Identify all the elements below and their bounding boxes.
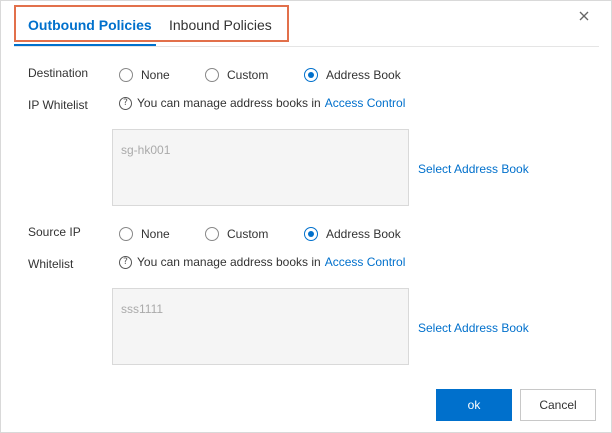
radio-circle <box>205 68 219 82</box>
question-circle-icon: ? <box>119 255 132 269</box>
selected-address-book: sg-hk001 <box>121 143 171 157</box>
radio-circle <box>119 68 133 82</box>
access-control-link[interactable]: Access Control <box>325 255 406 269</box>
question-circle-icon: ? <box>119 96 132 110</box>
destination-address-book-box: sg-hk001 <box>112 129 409 206</box>
source-radio-address-book[interactable]: Address Book <box>304 227 401 241</box>
destination-radio-custom[interactable]: Custom <box>205 68 268 82</box>
radio-label: Address Book <box>326 227 401 241</box>
destination-radio-none[interactable]: None <box>119 68 170 82</box>
source-radio-custom[interactable]: Custom <box>205 227 268 241</box>
destination-radio-address-book[interactable]: Address Book <box>304 68 401 82</box>
address-book-dialog: Outbound Policies Inbound Policies Desti… <box>0 0 612 433</box>
destination-hint: ? You can manage address books in Access… <box>119 96 405 110</box>
tabs-divider <box>14 46 599 47</box>
source-select-address-book-link[interactable]: Select Address Book <box>418 321 529 335</box>
hint-text: You can manage address books in <box>137 255 321 269</box>
radio-circle-checked <box>304 68 318 82</box>
ip-whitelist-label: IP Whitelist <box>28 98 88 112</box>
ok-button[interactable]: ok <box>436 389 512 421</box>
hint-text: You can manage address books in <box>137 96 321 110</box>
tab-outbound-policies[interactable]: Outbound Policies <box>28 16 152 34</box>
radio-label: Address Book <box>326 68 401 82</box>
source-radio-none[interactable]: None <box>119 227 170 241</box>
radio-circle-checked <box>304 227 318 241</box>
cancel-button[interactable]: Cancel <box>520 389 596 421</box>
whitelist-label: Whitelist <box>28 257 74 271</box>
selected-address-book: sss1111 <box>121 302 164 316</box>
radio-label: Custom <box>227 68 269 82</box>
radio-label: Custom <box>227 227 269 241</box>
close-icon[interactable] <box>577 9 591 23</box>
destination-label: Destination <box>28 66 89 80</box>
source-hint: ? You can manage address books in Access… <box>119 255 405 269</box>
source-address-book-box: sss1111 <box>112 288 409 365</box>
radio-label: None <box>141 68 170 82</box>
access-control-link[interactable]: Access Control <box>325 96 406 110</box>
source-ip-label: Source IP <box>28 225 81 239</box>
radio-label: None <box>141 227 170 241</box>
radio-circle <box>205 227 219 241</box>
tab-inbound-policies[interactable]: Inbound Policies <box>169 16 272 34</box>
radio-circle <box>119 227 133 241</box>
destination-select-address-book-link[interactable]: Select Address Book <box>418 162 529 176</box>
